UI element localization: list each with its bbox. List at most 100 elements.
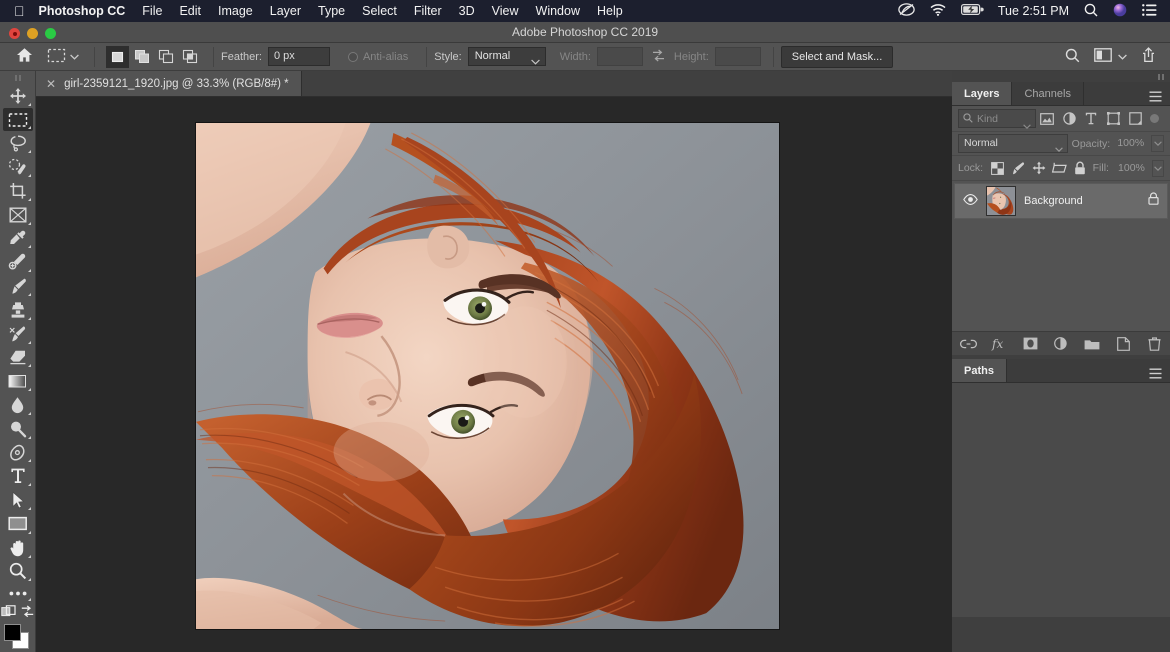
rectangle-tool[interactable]: [3, 512, 33, 536]
filter-smart-object-icon[interactable]: [1124, 109, 1146, 129]
clone-stamp-tool[interactable]: [3, 298, 33, 322]
blend-mode-select[interactable]: Normal: [958, 134, 1068, 153]
chevron-down-icon[interactable]: [1118, 51, 1127, 63]
new-group-icon[interactable]: [1084, 335, 1101, 352]
fill-value[interactable]: 100%: [1116, 160, 1147, 177]
layer-thumbnail[interactable]: [986, 186, 1016, 216]
layer-row-background[interactable]: Background: [954, 183, 1168, 219]
feather-input[interactable]: 0 px: [267, 47, 330, 66]
height-input[interactable]: [714, 47, 761, 66]
style-select[interactable]: Normal: [467, 47, 546, 66]
share-icon[interactable]: [1141, 47, 1156, 66]
menu-layer[interactable]: Layer: [270, 4, 301, 18]
edit-toolbar-tool[interactable]: [3, 583, 33, 603]
layer-filter-kind-select[interactable]: Kind: [958, 109, 1036, 129]
quick-selection-tool[interactable]: [3, 155, 33, 179]
paths-panel-body[interactable]: [952, 383, 1170, 617]
zoom-button[interactable]: [45, 28, 56, 39]
eraser-tool[interactable]: [3, 346, 33, 370]
tab-layers[interactable]: Layers: [952, 82, 1013, 105]
lock-all-icon[interactable]: [1072, 159, 1088, 177]
apple-logo-icon[interactable]: : [14, 4, 25, 18]
zoom-tool[interactable]: [3, 560, 33, 584]
frame-tool[interactable]: [3, 203, 33, 227]
opacity-value[interactable]: 100%: [1114, 135, 1147, 152]
intersect-with-selection-button[interactable]: [178, 46, 201, 68]
wifi-icon[interactable]: [930, 3, 946, 19]
history-brush-tool[interactable]: [3, 322, 33, 346]
layer-list[interactable]: Background: [952, 181, 1170, 331]
menu-app-name[interactable]: Photoshop CC: [39, 4, 126, 18]
workspace-switcher-icon[interactable]: [1094, 48, 1112, 65]
tool-preset-picker[interactable]: [47, 47, 79, 67]
foreground-color-swatch[interactable]: [3, 624, 21, 642]
add-layer-mask-icon[interactable]: [1022, 335, 1039, 352]
menu-edit[interactable]: Edit: [179, 4, 201, 18]
lock-artboard-nesting-icon[interactable]: [1051, 159, 1068, 177]
control-center-icon[interactable]: [1142, 3, 1157, 19]
pen-tool[interactable]: [3, 441, 33, 465]
panel-menu-icon[interactable]: [1149, 366, 1162, 384]
dock-collapse-handle[interactable]: [952, 71, 1170, 82]
spot-healing-brush-tool[interactable]: [3, 250, 33, 274]
hand-tool[interactable]: [3, 536, 33, 560]
tab-channels[interactable]: Channels: [1012, 82, 1084, 105]
filter-shape-icon[interactable]: [1102, 109, 1124, 129]
spotlight-search-icon[interactable]: [1084, 3, 1098, 20]
color-swatches[interactable]: [3, 624, 33, 652]
document-tab[interactable]: ✕ girl-2359121_1920.jpg @ 33.3% (RGB/8#)…: [36, 71, 302, 96]
delete-layer-icon[interactable]: [1146, 335, 1163, 352]
filter-type-icon[interactable]: [1080, 109, 1102, 129]
rectangular-marquee-tool[interactable]: [2, 107, 33, 132]
horizontal-type-tool[interactable]: [3, 464, 33, 488]
lock-position-icon[interactable]: [1031, 159, 1047, 177]
menu-help[interactable]: Help: [597, 4, 623, 18]
gradient-tool[interactable]: [3, 369, 33, 393]
close-button[interactable]: [9, 28, 20, 39]
new-selection-button[interactable]: [106, 45, 129, 68]
lock-image-pixels-icon[interactable]: [1011, 159, 1027, 177]
opacity-chevron-down-icon[interactable]: [1151, 135, 1165, 152]
menu-filter[interactable]: Filter: [414, 4, 442, 18]
menu-file[interactable]: File: [142, 4, 162, 18]
filter-pixel-icon[interactable]: [1036, 109, 1058, 129]
dodge-tool[interactable]: [3, 417, 33, 441]
menu-3d[interactable]: 3D: [459, 4, 475, 18]
crop-tool[interactable]: [3, 179, 33, 203]
add-to-selection-button[interactable]: [130, 46, 153, 68]
creative-cloud-icon[interactable]: [898, 3, 915, 19]
quick-mask-mode-icon[interactable]: [1, 605, 16, 623]
new-layer-icon[interactable]: [1115, 335, 1132, 352]
screen-mode-icon[interactable]: [21, 605, 34, 623]
lasso-tool[interactable]: [3, 131, 33, 155]
subtract-from-selection-button[interactable]: [154, 46, 177, 68]
move-tool[interactable]: [3, 84, 33, 108]
menu-bar-clock[interactable]: Tue 2:51 PM: [998, 4, 1069, 18]
anti-alias-checkbox[interactable]: [347, 51, 358, 62]
battery-charging-icon[interactable]: [960, 4, 984, 18]
new-adjustment-layer-icon[interactable]: [1053, 335, 1070, 352]
lock-transparent-pixels-icon[interactable]: [990, 159, 1006, 177]
toolbar-drag-handle[interactable]: [0, 73, 35, 84]
eyedropper-tool[interactable]: [3, 227, 33, 251]
document-image[interactable]: [195, 122, 780, 630]
lock-icon[interactable]: [1148, 192, 1159, 210]
eye-visible-icon[interactable]: [963, 192, 978, 210]
menu-image[interactable]: Image: [218, 4, 253, 18]
swap-width-height-icon[interactable]: [652, 49, 665, 65]
blur-tool[interactable]: [3, 393, 33, 417]
link-layers-icon[interactable]: [959, 335, 977, 352]
home-icon[interactable]: [16, 47, 33, 66]
width-input[interactable]: [596, 47, 643, 66]
layer-style-fx-icon[interactable]: fx: [991, 335, 1008, 352]
tab-paths[interactable]: Paths: [952, 359, 1007, 382]
close-tab-icon[interactable]: ✕: [46, 77, 56, 91]
panel-menu-icon[interactable]: [1149, 89, 1162, 107]
search-icon[interactable]: [1065, 48, 1080, 66]
brush-tool[interactable]: [3, 274, 33, 298]
canvas-area[interactable]: [36, 97, 952, 652]
minimize-button[interactable]: [27, 28, 38, 39]
menu-view[interactable]: View: [492, 4, 519, 18]
menu-window[interactable]: Window: [536, 4, 580, 18]
select-and-mask-button[interactable]: Select and Mask...: [780, 45, 894, 68]
